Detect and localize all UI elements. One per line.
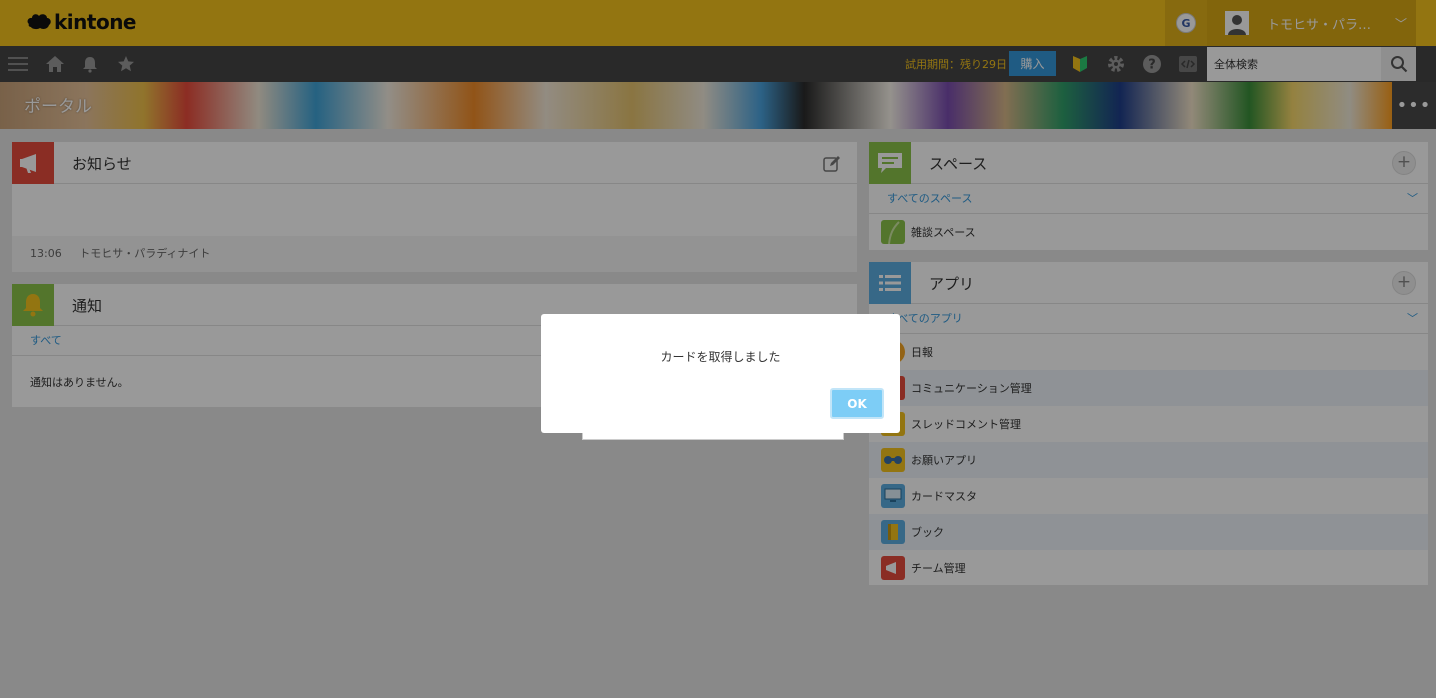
dialog-message: カードを取得しました (660, 350, 781, 364)
ok-button[interactable]: OK (830, 388, 884, 419)
